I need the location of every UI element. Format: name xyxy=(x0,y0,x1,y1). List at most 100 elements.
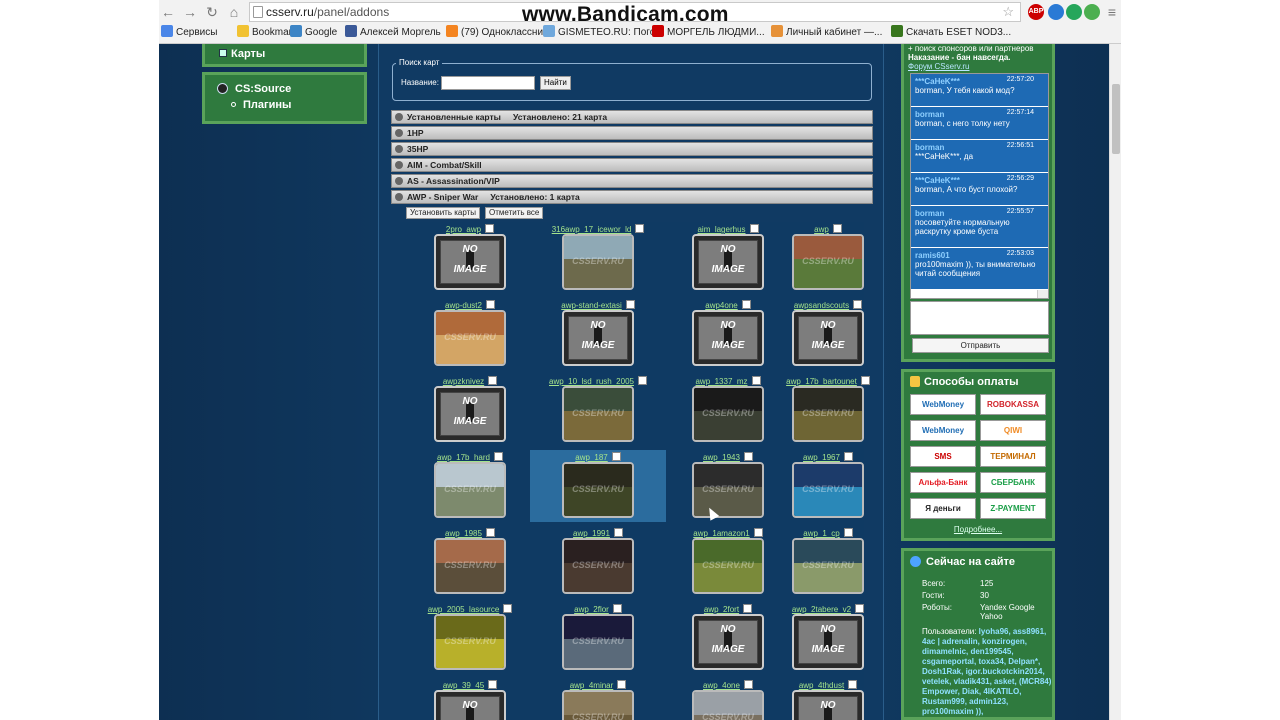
map-thumbnail[interactable]: NOIMAGE xyxy=(792,690,864,720)
bookmark-star-icon[interactable]: ☆ xyxy=(1002,3,1014,21)
menu-item-maps[interactable]: Карты xyxy=(205,44,364,64)
map-thumbnail[interactable]: CSSERV.RU xyxy=(692,690,764,720)
reload-icon[interactable]: ↻ xyxy=(203,4,221,21)
category-row[interactable]: AIM - Combat/Skill xyxy=(391,158,873,172)
map-name-link[interactable]: awp_10_lsd_rush_2005 xyxy=(530,376,666,386)
map-thumbnail[interactable]: CSSERV.RU xyxy=(562,614,634,670)
map-checkbox[interactable] xyxy=(635,224,645,233)
map-checkbox[interactable] xyxy=(741,300,751,309)
more-link[interactable]: Подробнее... xyxy=(904,525,1052,534)
map-item[interactable]: awp_1985 CSSERV.RU xyxy=(402,526,538,598)
category-row[interactable]: Установленные карты Установлено: 21 карта xyxy=(391,110,873,124)
map-thumbnail[interactable]: CSSERV.RU xyxy=(562,538,634,594)
map-thumbnail[interactable]: NOIMAGE xyxy=(792,614,864,670)
map-thumbnail[interactable]: CSSERV.RU xyxy=(434,310,506,366)
map-checkbox[interactable] xyxy=(485,300,495,309)
map-item[interactable]: awp_187 CSSERV.RU xyxy=(530,450,666,522)
map-thumbnail[interactable]: CSSERV.RU xyxy=(792,234,864,290)
map-item[interactable]: awp_17b_hard CSSERV.RU xyxy=(402,450,538,522)
map-name-link[interactable]: awpsandscouts xyxy=(760,300,896,310)
map-checkbox[interactable] xyxy=(503,604,513,613)
map-checkbox[interactable] xyxy=(488,376,498,385)
map-checkbox[interactable] xyxy=(843,528,853,537)
map-thumbnail[interactable]: CSSERV.RU xyxy=(792,462,864,518)
map-item[interactable]: awp_39_45NOIMAGE xyxy=(402,678,538,720)
map-checkbox[interactable] xyxy=(493,452,503,461)
bookmark-item[interactable]: Google xyxy=(290,25,337,41)
map-checkbox[interactable] xyxy=(832,224,842,233)
map-thumbnail[interactable]: CSSERV.RU xyxy=(792,386,864,442)
payment-method[interactable]: Я деньги xyxy=(910,498,976,519)
map-checkbox[interactable] xyxy=(625,300,635,309)
map-item[interactable]: 316awp_17_icewor_ld CSSERV.RU xyxy=(530,222,666,294)
map-name-link[interactable]: awp-stand-extasi xyxy=(530,300,666,310)
map-checkbox[interactable] xyxy=(637,376,647,385)
category-row[interactable]: AS - Assassination/VIP xyxy=(391,174,873,188)
map-thumbnail[interactable]: CSSERV.RU xyxy=(434,538,506,594)
map-name-link[interactable]: awp_1985 xyxy=(402,528,538,538)
map-thumbnail[interactable]: NOIMAGE xyxy=(692,234,764,290)
extension-icon[interactable] xyxy=(1066,4,1082,20)
extension-icon[interactable] xyxy=(1084,4,1100,20)
map-name-link[interactable]: awp_4minar xyxy=(530,680,666,690)
map-thumbnail[interactable]: CSSERV.RU xyxy=(562,386,634,442)
payment-method[interactable]: QIWI xyxy=(980,420,1046,441)
map-item[interactable]: awp_4thdustNOIMAGE xyxy=(760,678,896,720)
map-item[interactable]: awp_1_cp CSSERV.RU xyxy=(760,526,896,598)
category-row[interactable]: 35HP xyxy=(391,142,873,156)
map-checkbox[interactable] xyxy=(743,452,753,461)
map-thumbnail[interactable]: CSSERV.RU xyxy=(434,614,506,670)
map-checkbox[interactable] xyxy=(855,604,865,613)
map-item[interactable]: awp-dust2 CSSERV.RU xyxy=(402,298,538,370)
map-checkbox[interactable] xyxy=(848,680,858,689)
map-name-link[interactable]: awp_1991 xyxy=(530,528,666,538)
forward-icon[interactable]: → xyxy=(181,4,199,20)
map-thumbnail[interactable]: CSSERV.RU xyxy=(562,690,634,720)
payment-method[interactable]: SMS xyxy=(910,446,976,467)
check-all-button[interactable]: Отметить все xyxy=(485,207,544,219)
map-checkbox[interactable] xyxy=(743,604,753,613)
map-checkbox[interactable] xyxy=(743,680,753,689)
bookmark-item[interactable]: Алексей Моргель xyxy=(345,25,441,41)
map-item[interactable]: awp_1991 CSSERV.RU xyxy=(530,526,666,598)
map-item[interactable]: awp CSSERV.RU xyxy=(760,222,896,294)
payment-method[interactable]: WebMoney xyxy=(910,394,976,415)
map-name-link[interactable]: awp_1967 xyxy=(760,452,896,462)
map-item[interactable]: awpzknivez NO IMAGE xyxy=(402,374,538,446)
payment-method[interactable]: Z-PAYMENT xyxy=(980,498,1046,519)
map-thumbnail[interactable]: NOIMAGE xyxy=(434,386,506,442)
map-name-link[interactable]: awp_2005_lasource xyxy=(402,604,538,614)
page-scrollbar[interactable] xyxy=(1109,44,1121,720)
map-checkbox[interactable] xyxy=(485,224,495,233)
map-name-link[interactable]: awp_2flor xyxy=(530,604,666,614)
map-thumbnail[interactable]: CSSERV.RU xyxy=(562,234,634,290)
chat-messages[interactable]: ***CaHeK*** 22:57:20 borman, У тебя какой … xyxy=(910,73,1049,299)
map-item[interactable]: awp_2flor CSSERV.RU xyxy=(530,602,666,674)
send-button[interactable]: Отправить xyxy=(912,338,1049,353)
map-thumbnail[interactable]: NOIMAGE xyxy=(434,690,506,720)
menu-item-cs-source[interactable]: CS:Source xyxy=(205,81,364,97)
map-thumbnail[interactable]: CSSERV.RU xyxy=(692,386,764,442)
map-thumbnail[interactable]: CSSERV.RU xyxy=(792,538,864,594)
map-item[interactable]: awp_4minar CSSERV.RU xyxy=(530,678,666,720)
map-thumbnail[interactable]: NOIMAGE xyxy=(562,310,634,366)
map-checkbox[interactable] xyxy=(853,300,863,309)
map-item[interactable]: awp_1967 CSSERV.RU xyxy=(760,450,896,522)
map-checkbox[interactable] xyxy=(612,604,622,613)
map-item[interactable]: awp_17b_bartounet CSSERV.RU xyxy=(760,374,896,446)
map-item[interactable]: awp_2tabere_v2 NO IMAGE xyxy=(760,602,896,674)
map-item[interactable]: awpsandscouts NO IMAGE xyxy=(760,298,896,370)
bookmark-item[interactable]: Скачать ESET NOD3... xyxy=(891,25,1011,41)
map-name-link[interactable]: awpzknivez xyxy=(402,376,538,386)
home-icon[interactable]: ⌂ xyxy=(225,4,243,20)
map-thumbnail[interactable]: CSSERV.RU xyxy=(434,462,506,518)
map-name-link[interactable]: awp_1_cp xyxy=(760,528,896,538)
map-name-link[interactable]: awp xyxy=(760,224,896,234)
forum-link[interactable]: Форум CSserv.ru xyxy=(908,62,1048,71)
map-name-link[interactable]: 2pro_awp xyxy=(402,224,538,234)
map-checkbox[interactable] xyxy=(488,680,498,689)
map-checkbox[interactable] xyxy=(843,452,853,461)
map-name-link[interactable]: awp_2tabere_v2 xyxy=(760,604,896,614)
map-item[interactable]: 2pro_awp NO IMAGE xyxy=(402,222,538,294)
map-thumbnail[interactable]: NOIMAGE xyxy=(692,614,764,670)
